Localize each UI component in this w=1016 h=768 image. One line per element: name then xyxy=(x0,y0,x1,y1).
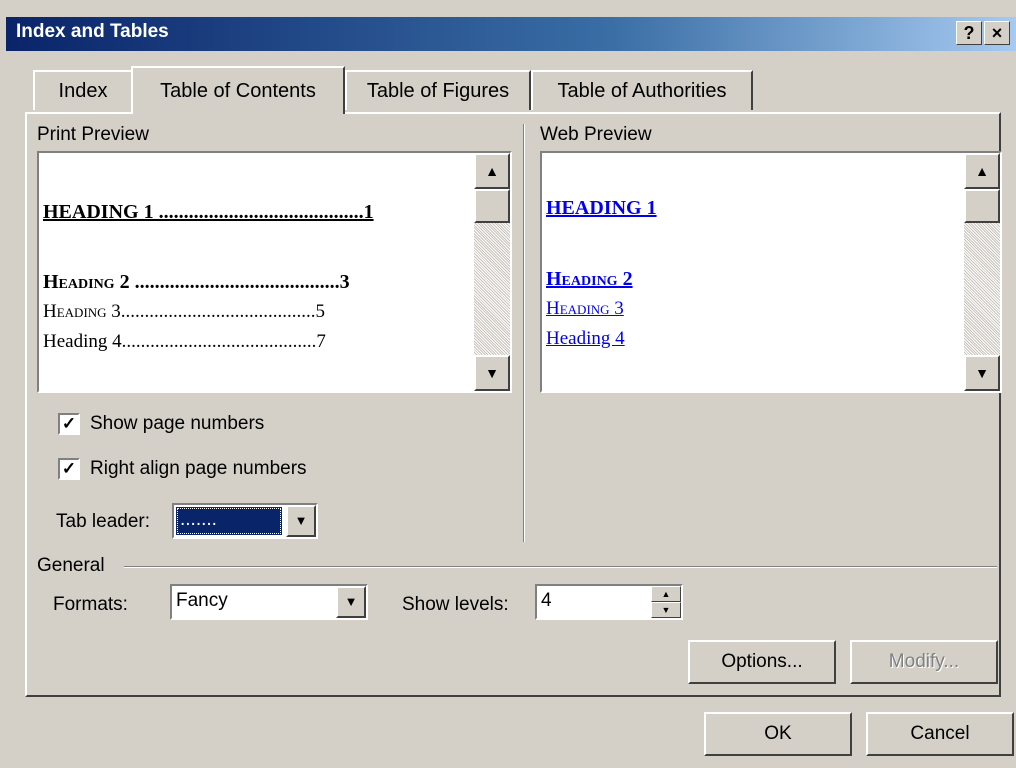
toc-entry-heading-1: HEADING 1 ..............................… xyxy=(43,201,374,223)
tab-label: Table of Authorities xyxy=(557,80,727,102)
print-preview-box: HEADING 1 ..............................… xyxy=(37,151,512,393)
chevron-down-icon[interactable]: ▼ xyxy=(286,505,316,537)
scroll-up-icon[interactable]: ▲ xyxy=(474,153,510,189)
toc-entry-heading-4: Heading 4...............................… xyxy=(43,331,326,352)
show-levels-spinner[interactable]: 4 ▲ ▼ xyxy=(535,584,683,620)
web-entry-heading-4[interactable]: Heading 4 xyxy=(546,328,625,350)
help-button[interactable]: ? xyxy=(956,21,982,45)
web-entry-heading-3[interactable]: Heading 3 xyxy=(546,298,624,320)
tab-leader-select[interactable]: ....... ▼ xyxy=(172,503,318,539)
web-entry-heading-2[interactable]: Heading 2 xyxy=(546,268,633,291)
title-bar[interactable]: Index and Tables ? × xyxy=(6,17,1016,51)
tab-table-of-figures[interactable]: Table of Figures xyxy=(345,70,531,110)
formats-value: Fancy xyxy=(176,590,228,611)
index-and-tables-dialog: Index and Tables ? × Index Table of Cont… xyxy=(0,0,1016,768)
web-preview-scrollbar[interactable]: ▲ ▼ xyxy=(964,153,1000,391)
web-preview-box: HEADING 1 Heading 2 Heading 3 Heading 4 … xyxy=(540,151,1002,393)
web-preview-label: Web Preview xyxy=(540,124,652,145)
cancel-button[interactable]: Cancel xyxy=(866,712,1014,756)
print-preview-label: Print Preview xyxy=(37,124,149,145)
scroll-thumb[interactable] xyxy=(964,189,1000,223)
scroll-up-icon[interactable]: ▲ xyxy=(964,153,1000,189)
toc-entry-heading-3: Heading 3...............................… xyxy=(43,301,326,322)
formats-label: Formats: xyxy=(53,594,128,615)
ok-button[interactable]: OK xyxy=(704,712,852,756)
tab-table-of-contents[interactable]: Table of Contents xyxy=(131,66,345,114)
tab-label: Table of Contents xyxy=(160,80,316,102)
close-button[interactable]: × xyxy=(984,21,1010,45)
options-button[interactable]: Options... xyxy=(688,640,836,684)
tab-leader-selection: ....... xyxy=(176,507,282,535)
right-align-checkbox[interactable]: ✓ xyxy=(58,458,80,480)
dialog-title: Index and Tables xyxy=(16,21,169,42)
spin-down-icon[interactable]: ▼ xyxy=(651,602,681,618)
modify-button[interactable]: Modify... xyxy=(850,640,998,684)
tab-index[interactable]: Index xyxy=(33,70,133,110)
tab-leader-value: ....... xyxy=(180,509,217,530)
show-levels-value[interactable]: 4 xyxy=(541,590,552,612)
scroll-down-icon[interactable]: ▼ xyxy=(964,355,1000,391)
general-group-label: General xyxy=(37,555,105,576)
print-preview-scrollbar[interactable]: ▲ ▼ xyxy=(474,153,510,391)
toc-entry-heading-2: Heading 2 ..............................… xyxy=(43,271,350,293)
tab-label: Index xyxy=(58,80,108,102)
show-page-numbers-checkbox[interactable]: ✓ xyxy=(58,413,80,435)
scroll-thumb[interactable] xyxy=(474,189,510,223)
right-align-label[interactable]: Right align page numbers xyxy=(90,458,307,480)
tab-table-of-authorities[interactable]: Table of Authorities xyxy=(531,70,753,110)
tab-leader-label: Tab leader: xyxy=(56,511,151,532)
preview-divider xyxy=(523,124,525,542)
formats-select[interactable]: Fancy ▼ xyxy=(170,584,368,620)
spin-up-icon[interactable]: ▲ xyxy=(651,586,681,602)
scroll-down-icon[interactable]: ▼ xyxy=(474,355,510,391)
show-page-numbers-label[interactable]: Show page numbers xyxy=(90,413,264,435)
general-divider xyxy=(124,566,997,568)
chevron-down-icon[interactable]: ▼ xyxy=(336,586,366,618)
tab-label: Table of Figures xyxy=(366,80,510,102)
web-entry-heading-1[interactable]: HEADING 1 xyxy=(546,197,657,220)
show-levels-label: Show levels: xyxy=(402,594,509,615)
